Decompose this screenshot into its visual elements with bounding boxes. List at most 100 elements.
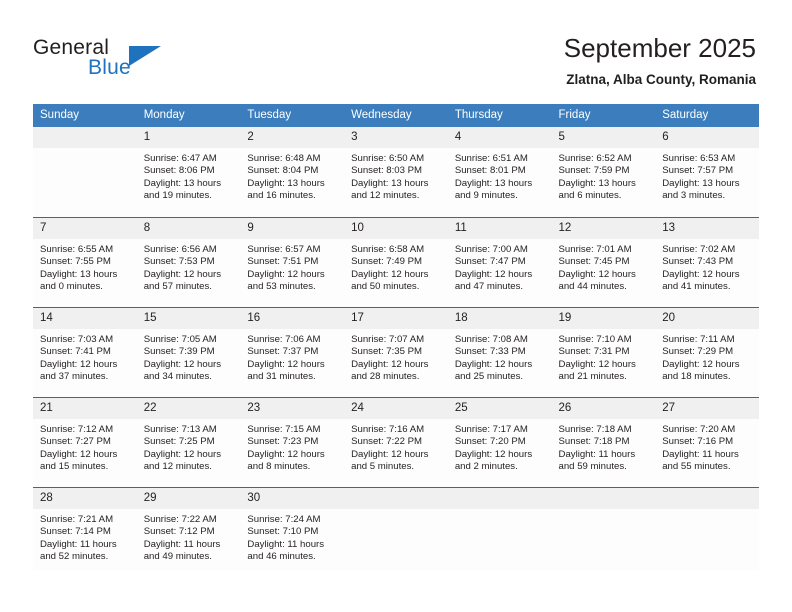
- day-cell-inner: 17 Sunrise: 7:07 AM Sunset: 7:35 PM Dayligh…: [344, 307, 448, 397]
- calendar-day-cell[interactable]: 2 Sunrise: 6:48 AM Sunset: 8:04 PM Daylight…: [240, 127, 345, 217]
- day-info-sunset: Sunset: 7:31 PM: [558, 346, 630, 358]
- day-info-sunrise: Sunrise: 7:10 AM: [558, 334, 632, 345]
- calendar-day-cell[interactable]: 5 Sunrise: 6:52 AM Sunset: 7:59 PM Daylight…: [551, 127, 656, 217]
- day-info-sunrise: Sunrise: 6:58 AM: [351, 244, 425, 255]
- calendar-day-cell[interactable]: 28 Sunrise: 7:21 AM Sunset: 7:14 PM Dayligh…: [33, 487, 137, 571]
- calendar-day-cell[interactable]: 26 Sunrise: 7:18 AM Sunset: 7:18 PM Dayligh…: [551, 397, 656, 487]
- day-info-sunset: Sunset: 7:33 PM: [454, 346, 526, 358]
- day-info-daylight1: Daylight: 12 hours: [558, 268, 636, 280]
- calendar-grid: Sunday Monday Tuesday Wednesday Thursday…: [33, 104, 759, 571]
- calendar-day-cell[interactable]: 15 Sunrise: 7:05 AM Sunset: 7:39 PM Dayligh…: [136, 307, 241, 397]
- day-number: 14: [33, 308, 137, 329]
- calendar-week-row: 14 Sunrise: 7:03 AM Sunset: 7:41 PM Dayligh…: [33, 307, 759, 397]
- day-cell-inner: 9 Sunrise: 6:57 AM Sunset: 7:51 PM Daylight…: [240, 217, 345, 307]
- day-cell-inner: 5 Sunrise: 6:52 AM Sunset: 7:59 PM Daylight…: [551, 127, 656, 217]
- day-number: 15: [136, 308, 241, 329]
- calendar-day-cell[interactable]: 1 Sunrise: 6:47 AM Sunset: 8:06 PM Daylight…: [136, 127, 241, 217]
- day-info-daylight2: and 44 minutes.: [558, 281, 627, 293]
- day-info-daylight2: and 28 minutes.: [351, 371, 420, 383]
- calendar-day-cell[interactable]: 7 Sunrise: 6:55 AM Sunset: 7:55 PM Daylight…: [33, 217, 137, 307]
- day-sun-info: Sunrise: 7:16 AM Sunset: 7:22 PM Daylight:…: [344, 419, 448, 474]
- calendar-day-cell[interactable]: 24 Sunrise: 7:16 AM Sunset: 7:22 PM Dayligh…: [344, 397, 448, 487]
- calendar-day-cell[interactable]: 29 Sunrise: 7:22 AM Sunset: 7:12 PM Dayligh…: [136, 487, 241, 571]
- calendar-day-cell[interactable]: 4 Sunrise: 6:51 AM Sunset: 8:01 PM Daylight…: [447, 127, 552, 217]
- day-info-sunset: Sunset: 7:59 PM: [558, 165, 630, 177]
- day-info-sunrise: Sunrise: 7:12 AM: [40, 424, 114, 435]
- calendar-day-cell[interactable]: 30 Sunrise: 7:24 AM Sunset: 7:10 PM Dayligh…: [240, 487, 345, 571]
- calendar-day-cell[interactable]: 6 Sunrise: 6:53 AM Sunset: 7:57 PM Daylight…: [655, 127, 759, 217]
- calendar-week-row: 28 Sunrise: 7:21 AM Sunset: 7:14 PM Dayligh…: [33, 487, 759, 571]
- day-info-sunrise: Sunrise: 7:24 AM: [247, 514, 321, 525]
- day-info-sunset: Sunset: 7:22 PM: [351, 436, 423, 448]
- day-info-sunset: Sunset: 7:51 PM: [247, 256, 319, 268]
- day-cell-inner: 30 Sunrise: 7:24 AM Sunset: 7:10 PM Dayligh…: [240, 487, 345, 571]
- day-cell-inner: 23 Sunrise: 7:15 AM Sunset: 7:23 PM Dayligh…: [240, 397, 345, 487]
- calendar-day-cell[interactable]: 19 Sunrise: 7:10 AM Sunset: 7:31 PM Dayligh…: [551, 307, 656, 397]
- day-info-sunrise: Sunrise: 6:53 AM: [662, 153, 736, 164]
- calendar-day-cell[interactable]: 14 Sunrise: 7:03 AM Sunset: 7:41 PM Dayligh…: [33, 307, 137, 397]
- day-info-daylight2: and 12 minutes.: [143, 461, 212, 473]
- day-info-sunset: Sunset: 7:55 PM: [40, 256, 111, 268]
- day-sun-info: Sunrise: 7:08 AM Sunset: 7:33 PM Daylight:…: [448, 329, 552, 384]
- calendar-day-cell[interactable]: 20 Sunrise: 7:11 AM Sunset: 7:29 PM Dayligh…: [655, 307, 759, 397]
- day-info-daylight2: and 3 minutes.: [662, 190, 726, 202]
- day-info-sunrise: Sunrise: 7:22 AM: [143, 514, 217, 525]
- calendar-day-cell[interactable]: 27 Sunrise: 7:20 AM Sunset: 7:16 PM Dayligh…: [655, 397, 759, 487]
- calendar-body: 1 Sunrise: 6:47 AM Sunset: 8:06 PM Daylight…: [33, 127, 759, 571]
- day-info-sunset: Sunset: 7:20 PM: [454, 436, 526, 448]
- day-info-sunrise: Sunrise: 7:20 AM: [662, 424, 736, 435]
- calendar-day-cell[interactable]: 23 Sunrise: 7:15 AM Sunset: 7:23 PM Dayligh…: [240, 397, 345, 487]
- day-number: [655, 488, 759, 509]
- day-sun-info: Sunrise: 7:06 AM Sunset: 7:37 PM Daylight:…: [240, 329, 344, 384]
- calendar-header-row: Sunday Monday Tuesday Wednesday Thursday…: [33, 104, 759, 127]
- page-header: General Blue September 2025 Zlatna, Alba…: [0, 0, 792, 104]
- day-info-daylight1: Daylight: 11 hours: [558, 448, 636, 460]
- day-cell-inner: [344, 487, 448, 571]
- day-cell-inner: 7 Sunrise: 6:55 AM Sunset: 7:55 PM Daylight…: [33, 217, 137, 307]
- calendar-day-cell[interactable]: 8 Sunrise: 6:56 AM Sunset: 7:53 PM Daylight…: [136, 217, 241, 307]
- day-number: 28: [33, 488, 137, 509]
- day-number: [33, 127, 137, 148]
- day-number: 29: [136, 488, 241, 509]
- day-sun-info: Sunrise: 7:20 AM Sunset: 7:16 PM Daylight:…: [655, 419, 759, 474]
- day-sun-info: Sunrise: 6:55 AM Sunset: 7:55 PM Daylight:…: [33, 239, 137, 294]
- day-info-sunset: Sunset: 7:45 PM: [558, 256, 630, 268]
- calendar-day-cell[interactable]: 18 Sunrise: 7:08 AM Sunset: 7:33 PM Dayligh…: [447, 307, 552, 397]
- day-info-daylight1: Daylight: 12 hours: [558, 358, 636, 370]
- day-cell-inner: [551, 487, 656, 571]
- calendar-day-cell[interactable]: 9 Sunrise: 6:57 AM Sunset: 7:51 PM Daylight…: [240, 217, 345, 307]
- calendar-day-cell[interactable]: 3 Sunrise: 6:50 AM Sunset: 8:03 PM Daylight…: [344, 127, 448, 217]
- day-sun-info: Sunrise: 7:05 AM Sunset: 7:39 PM Daylight:…: [137, 329, 241, 384]
- day-info-daylight1: Daylight: 13 hours: [662, 177, 740, 189]
- weekday-header-friday: Friday: [551, 104, 656, 127]
- calendar-day-cell[interactable]: 21 Sunrise: 7:12 AM Sunset: 7:27 PM Dayligh…: [33, 397, 137, 487]
- calendar-day-cell[interactable]: 25 Sunrise: 7:17 AM Sunset: 7:20 PM Dayligh…: [447, 397, 552, 487]
- day-info-daylight2: and 21 minutes.: [558, 371, 627, 383]
- day-info-daylight1: Daylight: 12 hours: [454, 448, 533, 460]
- day-cell-inner: 10 Sunrise: 6:58 AM Sunset: 7:49 PM Dayligh…: [344, 217, 448, 307]
- calendar-day-cell[interactable]: 11 Sunrise: 7:00 AM Sunset: 7:47 PM Dayligh…: [447, 217, 552, 307]
- calendar-day-cell-empty: [655, 487, 759, 571]
- calendar-day-cell[interactable]: 22 Sunrise: 7:13 AM Sunset: 7:25 PM Dayligh…: [136, 397, 241, 487]
- calendar-day-cell[interactable]: 12 Sunrise: 7:01 AM Sunset: 7:45 PM Dayligh…: [551, 217, 656, 307]
- day-number: 13: [655, 218, 759, 239]
- day-info-sunrise: Sunrise: 7:05 AM: [143, 334, 217, 345]
- day-info-sunrise: Sunrise: 6:52 AM: [558, 153, 632, 164]
- calendar-day-cell[interactable]: 13 Sunrise: 7:02 AM Sunset: 7:43 PM Dayligh…: [655, 217, 759, 307]
- day-info-sunrise: Sunrise: 7:17 AM: [454, 424, 528, 435]
- day-sun-info: Sunrise: 7:21 AM Sunset: 7:14 PM Daylight:…: [33, 509, 137, 564]
- day-info-sunset: Sunset: 7:47 PM: [454, 256, 526, 268]
- day-info-daylight2: and 2 minutes.: [454, 461, 518, 473]
- day-info-sunset: Sunset: 7:12 PM: [143, 526, 215, 538]
- calendar-day-cell[interactable]: 17 Sunrise: 7:07 AM Sunset: 7:35 PM Dayligh…: [344, 307, 448, 397]
- calendar-day-cell[interactable]: 16 Sunrise: 7:06 AM Sunset: 7:37 PM Dayligh…: [240, 307, 345, 397]
- calendar-week-row: 1 Sunrise: 6:47 AM Sunset: 8:06 PM Daylight…: [33, 127, 759, 217]
- day-info-daylight2: and 12 minutes.: [351, 190, 420, 202]
- day-sun-info: Sunrise: 7:24 AM Sunset: 7:10 PM Daylight:…: [240, 509, 344, 564]
- day-info-sunrise: Sunrise: 7:16 AM: [351, 424, 425, 435]
- day-cell-inner: 26 Sunrise: 7:18 AM Sunset: 7:18 PM Dayligh…: [551, 397, 656, 487]
- day-info-daylight1: Daylight: 12 hours: [247, 268, 325, 280]
- day-sun-info: Sunrise: 7:18 AM Sunset: 7:18 PM Daylight:…: [552, 419, 656, 474]
- day-info-daylight1: Daylight: 12 hours: [247, 448, 325, 460]
- calendar-day-cell[interactable]: 10 Sunrise: 6:58 AM Sunset: 7:49 PM Dayligh…: [344, 217, 448, 307]
